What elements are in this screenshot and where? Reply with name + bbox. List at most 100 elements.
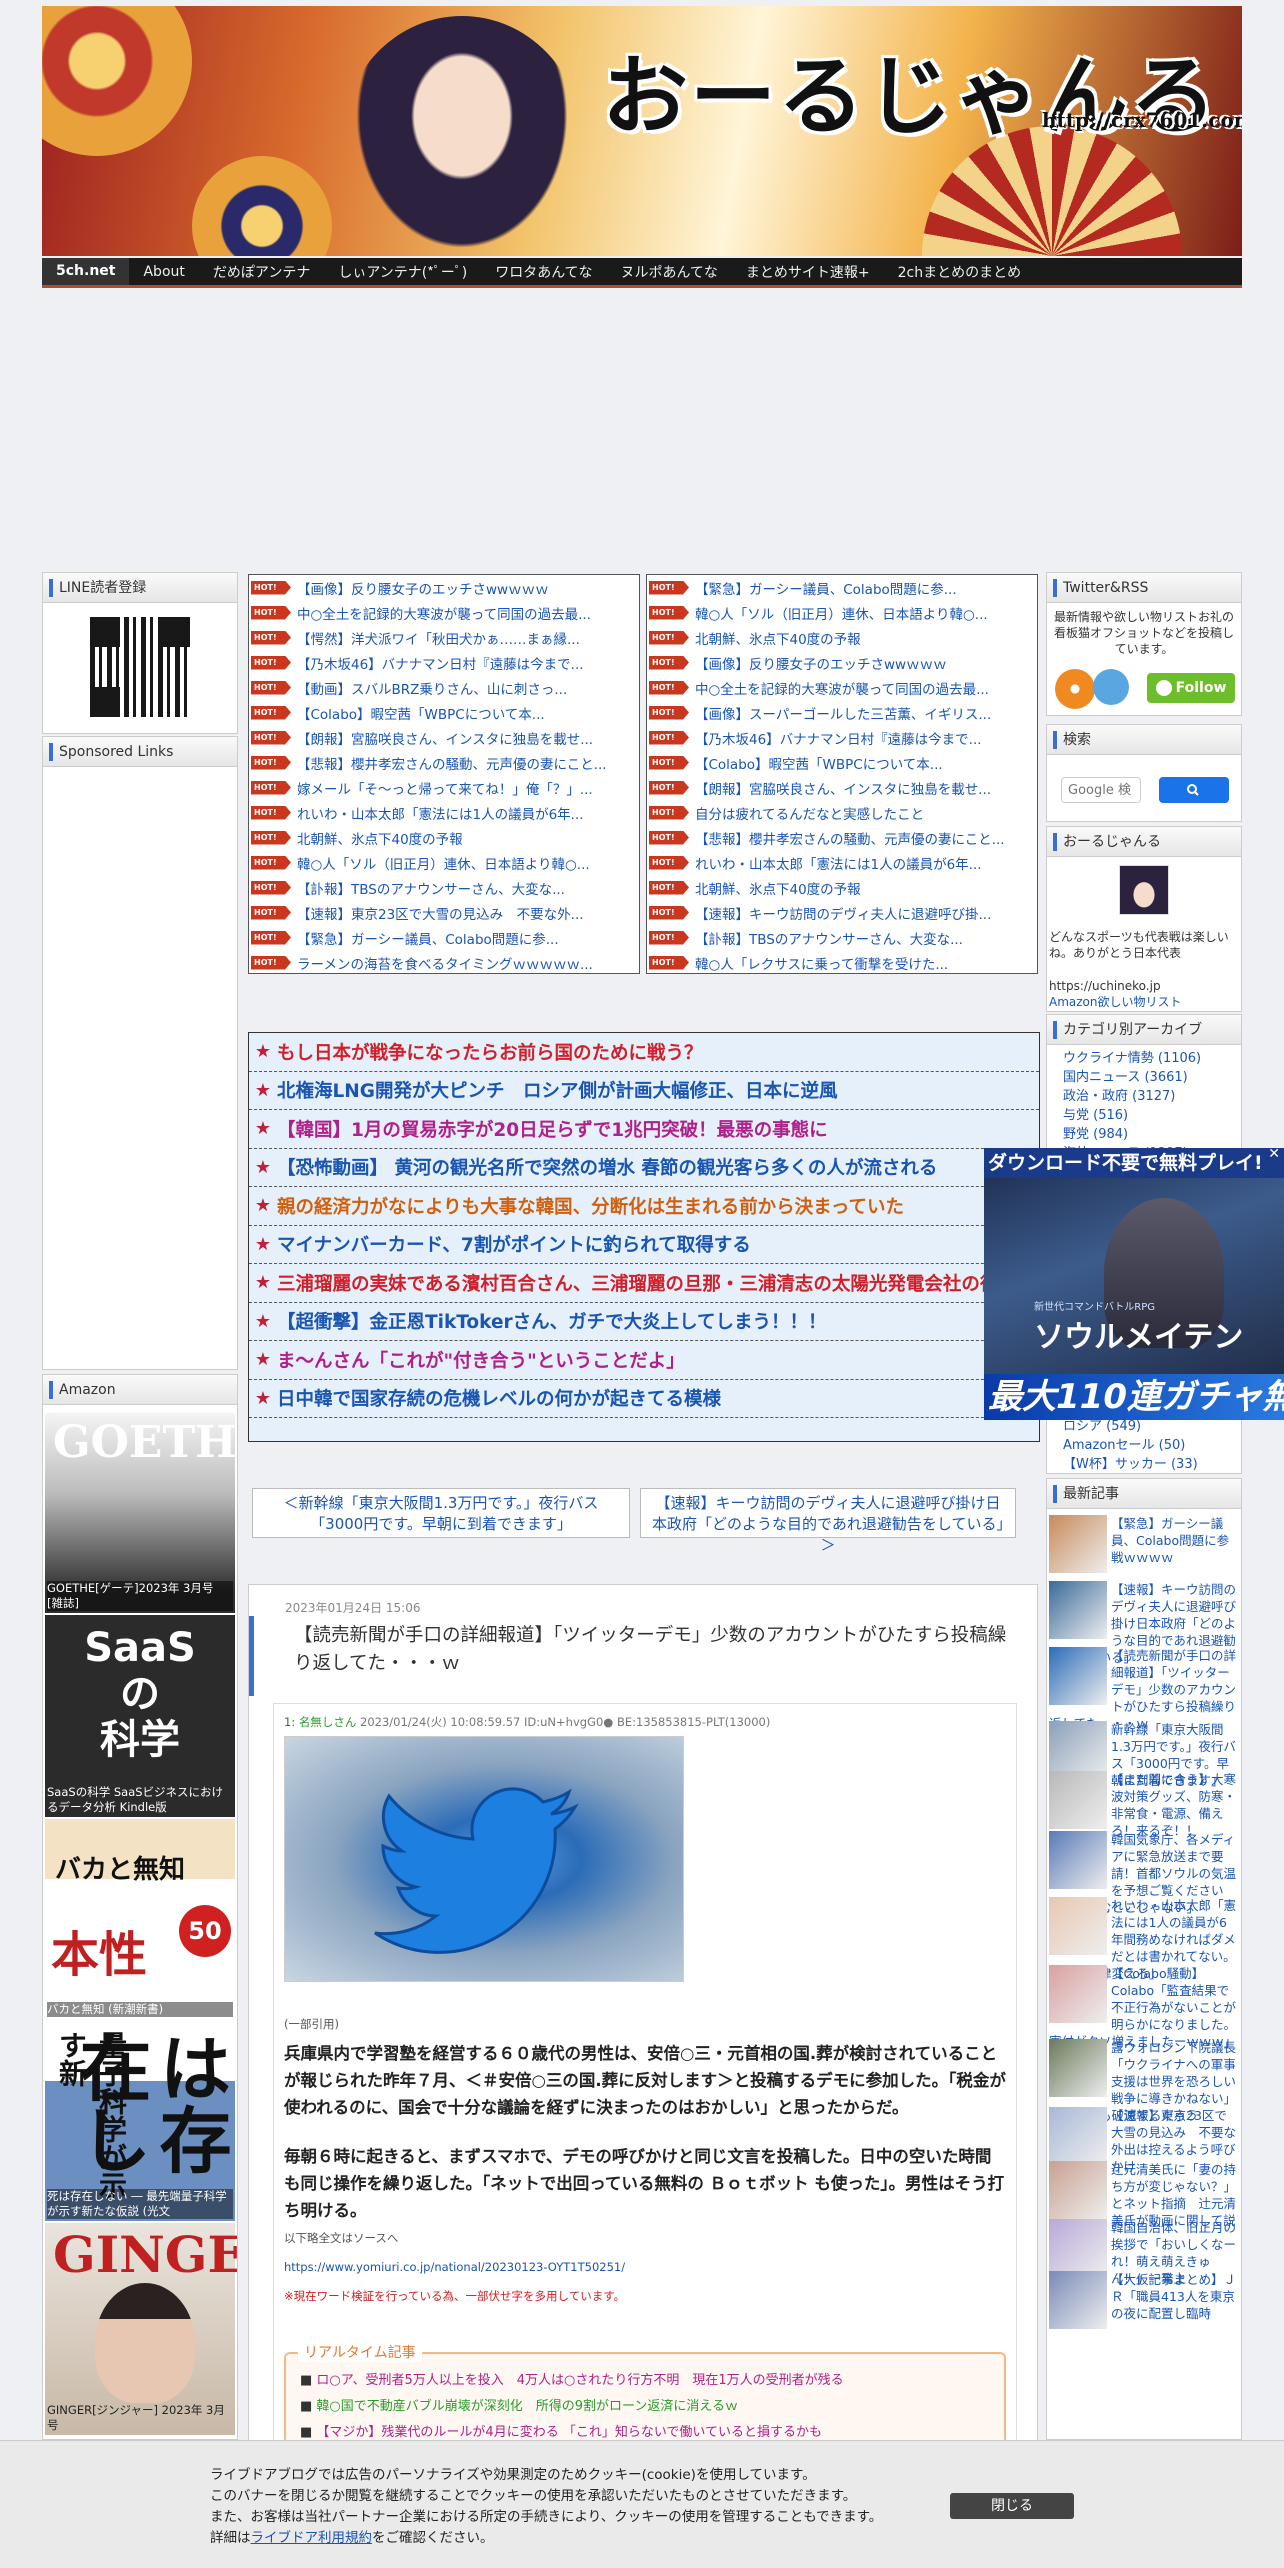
featured-link[interactable]: 日中韓で国家存続の危機レベルの何かが起きてる模様 — [277, 1385, 721, 1411]
hot-list-item[interactable]: HOT! 【動画】スバルBRZ乗りさん、山に刺さっ... — [249, 675, 639, 700]
archive-link[interactable]: 【W杯】サッカー (33) — [1063, 1455, 1198, 1473]
featured-item[interactable]: ★ 【恐怖動画】 黄河の観光名所で突然の増水 春節の観光客ら多くの人が流される — [249, 1149, 1039, 1187]
cookie-close-button[interactable]: 閉じる — [950, 2493, 1074, 2519]
news-thumbnail[interactable] — [1049, 1965, 1107, 2023]
article-title[interactable]: 【読売新聞が手口の詳細報道】「ツイッターデモ」少数のアカウントがひたすら投稿繰り… — [249, 1616, 1037, 1696]
hot-list-link[interactable]: ラーメンの海苔を食べるタイミングｗｗｗｗｗ... — [297, 953, 593, 973]
follow-button[interactable]: Follow — [1147, 673, 1235, 703]
next-article-link[interactable]: 【速報】キーウ訪問のデヴィ夫人に退避呼び掛け日本政府「どのような目的であれ退避勧… — [640, 1488, 1016, 1554]
news-thumbnail[interactable] — [1049, 2107, 1107, 2165]
news-thumbnail[interactable] — [1049, 2271, 1107, 2329]
game-ad[interactable]: ダウンロード不要で無料プレイ! ✕ 新世代コマンドバトルRPG ソウルメイテン … — [984, 1148, 1284, 1420]
feed-icon[interactable] — [1093, 669, 1129, 705]
hot-list-link[interactable]: 【Colabo】暇空茜「WBPCについて本... — [695, 753, 943, 773]
hot-list-link[interactable]: 嫁メール「そ～っと帰って来てね！」俺「？」... — [297, 778, 593, 798]
hot-list-item[interactable]: HOT! 韓○人「ソル（旧正月）連休、日本語より韓○... — [249, 850, 639, 875]
news-thumbnail[interactable] — [1049, 1515, 1107, 1573]
hot-list-link[interactable]: 【朗報】宮脇咲良さん、インスタに独島を載せ... — [695, 778, 991, 798]
archive-link[interactable]: ウクライナ情勢 (1106) — [1063, 1049, 1241, 1068]
hot-list-link[interactable]: 韓○人「レクサスに乗って衝撃を受けた... — [695, 953, 948, 973]
close-icon[interactable]: ✕ — [1268, 1148, 1280, 1162]
hot-list-link[interactable]: 【悲報】櫻井孝宏さんの騒動、元声優の妻にこと... — [695, 828, 1005, 848]
featured-link[interactable]: マイナンバーカード、7割がポイントに釣られて取得する — [277, 1231, 751, 1257]
nav-item[interactable]: しぃアンテナ(*ﾟーﾟ) — [324, 262, 481, 282]
archive-link[interactable]: 野党 (984) — [1063, 1125, 1241, 1144]
featured-link[interactable]: 北権海LNG開発が大ピンチ ロシア側が計画大幅修正、日本に逆風 — [277, 1077, 837, 1103]
archive-link[interactable]: Amazonセール (50) — [1063, 1436, 1198, 1455]
news-thumbnail[interactable] — [1049, 1581, 1107, 1639]
hot-list-link[interactable]: 【速報】キーウ訪問のデヴィ夫人に退避呼び掛... — [695, 903, 991, 923]
hot-list-item[interactable]: HOT! 北朝鮮、氷点下40度の予報 — [647, 625, 1037, 650]
hot-list-link[interactable]: 【緊急】ガーシー議員、Colabo問題に参... — [297, 928, 559, 948]
hot-list-link[interactable]: 韓○人「ソル（旧正月）連休、日本語より韓○... — [695, 603, 988, 623]
archive-link[interactable]: 国内ニュース (3661) — [1063, 1068, 1241, 1087]
search-button[interactable] — [1159, 777, 1229, 803]
featured-item[interactable]: ★ 【超衝撃】金正恩TikTokerさん、ガチで大炎上してしまう！！！ — [249, 1303, 1039, 1341]
hot-list-item[interactable]: HOT! 【悲報】櫻井孝宏さんの騒動、元声優の妻にこと... — [249, 750, 639, 775]
latest-news-item[interactable]: 【大仮記事まとめ】ＪＲ「職員413人を東京の夜に配置し臨時 — [1049, 2271, 1237, 2331]
hot-list-item[interactable]: HOT! 北朝鮮、氷点下40度の予報 — [249, 825, 639, 850]
hot-list-item[interactable]: HOT! れいわ・山本太郎「憲法には1人の議員が6年... — [249, 800, 639, 825]
hot-list-link[interactable]: 【朗報】宮脇咲良さん、インスタに独島を載せ... — [297, 728, 593, 748]
hot-list-link[interactable]: 韓○人「ソル（旧正月）連休、日本語より韓○... — [297, 853, 590, 873]
amazon-book[interactable]: SaaS の科学 SaaSの科学 SaaSビジネスにおけるデータ分析 Kindle… — [45, 1615, 235, 1817]
hot-list-link[interactable]: れいわ・山本太郎「憲法には1人の議員が6年... — [695, 853, 982, 873]
featured-link[interactable]: 【韓国】1月の貿易赤字が20日足らずで1兆円突破！最悪の事態に — [277, 1116, 828, 1142]
amazon-book[interactable]: GOETHE GOETHE[ゲーテ]2023年 3月号 [雑誌] — [45, 1413, 237, 1613]
hot-list-item[interactable]: HOT! 【朗報】宮脇咲良さん、インスタに独島を載せ... — [249, 725, 639, 750]
site-banner[interactable]: おーるじゃんる http://crx7601.com — [42, 6, 1242, 256]
latest-news-link[interactable]: 【大仮記事まとめ】ＪＲ「職員413人を東京の夜に配置し臨時 — [1111, 2272, 1236, 2321]
hot-list-link[interactable]: 自分は疲れてるんだなと実感したこと — [695, 803, 924, 823]
hot-list-item[interactable]: HOT! 【乃木坂46】バナナマン日村『遠藤は今まで... — [249, 650, 639, 675]
nav-item[interactable]: About — [129, 264, 198, 280]
hot-list-link[interactable]: 【悲報】櫻井孝宏さんの騒動、元声優の妻にこと... — [297, 753, 607, 773]
nav-item[interactable]: 2chまとめのまとめ — [884, 262, 1035, 282]
realtime-link[interactable]: 【マジか】残業代のルールが4月に変わる 「これ」知らないで働いていると損するかも — [316, 2425, 822, 2440]
realtime-item[interactable]: ■ ロ○ア、受刑者5万人以上を投入 4万人は○されたり行方不明 現在1万人の受刑… — [300, 2368, 994, 2394]
realtime-link[interactable]: 韓○国で不動産バブル崩壊が深刻化 所得の9割がローン返済に消えるｗ — [316, 2399, 738, 2414]
nav-item[interactable]: ヌルポあんてな — [607, 262, 732, 282]
hot-list-item[interactable]: HOT! 【速報】キーウ訪問のデヴィ夫人に退避呼び掛... — [647, 900, 1037, 925]
featured-item[interactable]: ★ 日中韓で国家存続の危機レベルの何かが起きてる模様 — [249, 1380, 1039, 1418]
featured-link[interactable]: 親の経済力がなによりも大事な韓国、分断化は生まれる前から決まっていた — [277, 1193, 904, 1219]
hot-list-link[interactable]: 【動画】スバルBRZ乗りさん、山に刺さっ... — [297, 678, 567, 698]
nav-item[interactable]: ワロタあんてな — [481, 262, 606, 282]
archive-link[interactable]: 与党 (516) — [1063, 1106, 1241, 1125]
featured-item[interactable]: ★ もし日本が戦争になったらお前ら国のために戦う？ — [249, 1033, 1039, 1072]
hot-list-link[interactable]: 【画像】反り腰女子のエッチさwwｗｗｗ — [297, 578, 549, 598]
hot-list-item[interactable]: HOT! 韓○人「ソル（旧正月）連休、日本語より韓○... — [647, 600, 1037, 625]
nav-item[interactable]: 5ch.net — [42, 258, 130, 285]
hot-list-item[interactable]: HOT! 【画像】スーパーゴールした三苫薫、イギリス... — [647, 700, 1037, 725]
featured-link[interactable]: もし日本が戦争になったらお前ら国のために戦う？ — [277, 1039, 703, 1065]
hot-list-item[interactable]: HOT! 【悲報】櫻井孝宏さんの騒動、元声優の妻にこと... — [647, 825, 1037, 850]
hot-list-item[interactable]: HOT! 韓○人「レクサスに乗って衝撃を受けた... — [647, 950, 1037, 973]
qr-code[interactable] — [90, 617, 190, 717]
hot-list-item[interactable]: HOT! 【Colabo】暇空茜「WBPCについて本... — [647, 750, 1037, 775]
hot-list-item[interactable]: HOT! 【愕然】洋犬派ワイ「秋田犬かぁ……まぁ縁... — [249, 625, 639, 650]
featured-item[interactable]: ★ ま～んさん「これが"付き合う"ということだよ」 — [249, 1341, 1039, 1380]
rss-icon[interactable] — [1055, 669, 1095, 709]
featured-item[interactable]: ★ 北権海LNG開発が大ピンチ ロシア側が計画大幅修正、日本に逆風 — [249, 1072, 1039, 1110]
profile-avatar[interactable] — [1119, 865, 1169, 915]
amazon-book[interactable]: バカと無知 本性 50 バカと無知 (新潮新書) — [45, 1819, 235, 2019]
featured-link[interactable]: 【超衝撃】金正恩TikTokerさん、ガチで大炎上してしまう！！！ — [277, 1308, 827, 1334]
hot-list-item[interactable]: HOT! 中○全土を記録的大寒波が襲って同国の過去最... — [249, 600, 639, 625]
hot-list-item[interactable]: HOT! 【緊急】ガーシー議員、Colabo問題に参... — [249, 925, 639, 950]
amazon-book[interactable]: は存在し 量子科学が示す新 死は存在しない ― 最先端量子科学が示す新たな仮説 … — [45, 2021, 235, 2221]
hot-list-item[interactable]: HOT! 【画像】反り腰女子のエッチさwwｗｗｗ — [249, 575, 639, 600]
news-thumbnail[interactable] — [1049, 1647, 1107, 1705]
hot-list-link[interactable]: 【愕然】洋犬派ワイ「秋田犬かぁ……まぁ縁... — [297, 628, 580, 648]
hot-list-link[interactable]: 北朝鮮、氷点下40度の予報 — [297, 828, 463, 848]
hot-list-item[interactable]: HOT! 中○全土を記録的大寒波が襲って同国の過去最... — [647, 675, 1037, 700]
hot-list-item[interactable]: HOT! 【緊急】ガーシー議員、Colabo問題に参... — [647, 575, 1037, 600]
featured-item[interactable]: ★ 親の経済力がなによりも大事な韓国、分断化は生まれる前から決まっていた — [249, 1187, 1039, 1226]
hot-list-item[interactable]: HOT! 北朝鮮、氷点下40度の予報 — [647, 875, 1037, 900]
hot-list-link[interactable]: 【画像】反り腰女子のエッチさwwｗｗｗ — [695, 653, 947, 673]
archive-link[interactable]: 政治・政府 (3127) — [1063, 1087, 1241, 1106]
hot-list-item[interactable]: HOT! れいわ・山本太郎「憲法には1人の議員が6年... — [647, 850, 1037, 875]
featured-link[interactable]: 三浦瑠麗の実妹である濱村百合さん、三浦瑠麗の旦那・三浦清志の太陽光発電会社の役員… — [277, 1270, 1039, 1296]
terms-link[interactable]: ライブドア利用規約 — [251, 2530, 373, 2546]
hot-list-item[interactable]: HOT! 【訃報】TBSのアナウンサーさん、大変な... — [647, 925, 1037, 950]
featured-link[interactable]: 【恐怖動画】 黄河の観光名所で突然の増水 春節の観光客ら多くの人が流される — [277, 1154, 937, 1180]
profile-link[interactable]: Amazon欲しい物リスト — [1049, 993, 1182, 1010]
